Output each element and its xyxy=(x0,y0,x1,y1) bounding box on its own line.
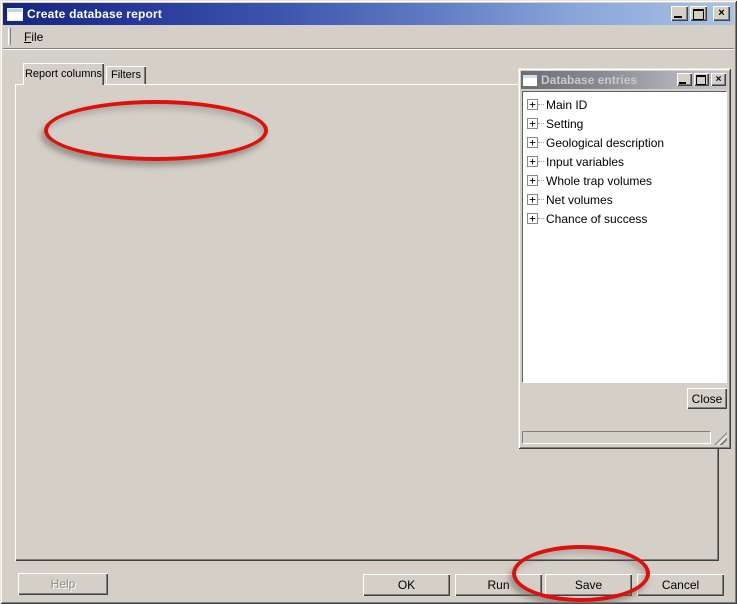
palette-minimize-icon[interactable] xyxy=(677,73,692,86)
menu-gripper[interactable] xyxy=(8,28,11,45)
run-button[interactable]: Run xyxy=(455,574,542,596)
tree-item-label[interactable]: Input variables xyxy=(544,155,624,169)
tree-expand-icon[interactable]: + xyxy=(527,213,538,224)
maximize-icon[interactable] xyxy=(690,6,707,21)
help-button: Help xyxy=(18,573,108,595)
resize-grip[interactable] xyxy=(714,432,727,445)
palette-maximize-icon[interactable] xyxy=(694,73,709,86)
ok-button[interactable]: OK xyxy=(363,574,450,596)
tree-item-label[interactable]: Setting xyxy=(544,117,583,131)
database-entries-window: Database entries × + Main ID + Setting + Geol… xyxy=(518,68,731,449)
save-button[interactable]: Save xyxy=(545,574,632,596)
tree-expand-icon[interactable]: + xyxy=(527,175,538,186)
tree-item[interactable]: + Geological description xyxy=(527,133,726,152)
tree-item[interactable]: + Whole trap volumes xyxy=(527,171,726,190)
tree-item[interactable]: + Setting xyxy=(527,114,726,133)
tree-expand-icon[interactable]: + xyxy=(527,137,538,148)
cancel-button[interactable]: Cancel xyxy=(637,574,724,596)
title-bar[interactable]: Create database report × xyxy=(3,3,734,25)
menu-file[interactable]: File xyxy=(19,28,48,46)
tab-report-columns[interactable]: Report columns xyxy=(23,63,104,85)
tree-item[interactable]: + Main ID xyxy=(527,95,726,114)
palette-title: Database entries xyxy=(541,73,637,87)
menu-bar: File xyxy=(3,25,734,48)
tree-item-label[interactable]: Geological description xyxy=(544,136,664,150)
close-icon[interactable]: × xyxy=(713,6,730,21)
palette-status-bar xyxy=(522,431,711,444)
tree-item-label[interactable]: Main ID xyxy=(544,98,587,112)
database-entries-tree: +Main ID+Setting+Geological description+… xyxy=(522,91,727,383)
tree-item[interactable]: + Chance of success xyxy=(527,209,726,228)
palette-title-bar[interactable]: Database entries × xyxy=(521,71,728,89)
tree-item-label[interactable]: Whole trap volumes xyxy=(544,174,652,188)
tree-item[interactable]: + Input variables xyxy=(527,152,726,171)
app-icon xyxy=(7,8,23,21)
tree-expand-icon[interactable]: + xyxy=(527,118,538,129)
tree-item-label[interactable]: Chance of success xyxy=(544,212,647,226)
window-title: Create database report xyxy=(27,7,162,21)
tree-item-label[interactable]: Net volumes xyxy=(544,193,613,207)
tree-expand-icon[interactable]: + xyxy=(527,99,538,110)
minimize-icon[interactable] xyxy=(671,6,688,21)
button-separator xyxy=(709,6,711,21)
tab-filters[interactable]: Filters xyxy=(106,66,146,84)
palette-app-icon xyxy=(523,75,537,86)
palette-close-button[interactable]: Close xyxy=(687,388,727,409)
tree-item[interactable]: + Net volumes xyxy=(527,190,726,209)
tree-expand-icon[interactable]: + xyxy=(527,156,538,167)
create-database-report-dialog: Create database report × File Report col… xyxy=(0,0,737,604)
palette-close-icon[interactable]: × xyxy=(711,73,726,86)
tree-expand-icon[interactable]: + xyxy=(527,194,538,205)
